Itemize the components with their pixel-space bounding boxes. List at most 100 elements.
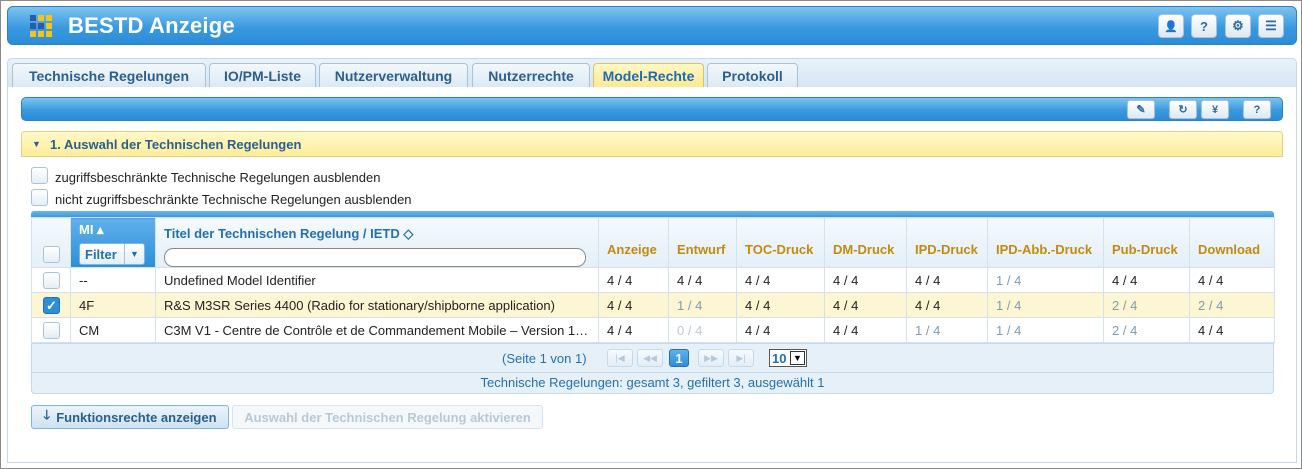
user-icon: 👤	[1164, 20, 1178, 33]
rights-cell: 4 / 4	[906, 292, 988, 318]
row-select-cell: ✓	[31, 292, 71, 318]
tab-technische-regelungen[interactable]: Technische Regelungen	[12, 63, 206, 88]
yen-button[interactable]: ¥	[1201, 100, 1229, 119]
rights-cell: 4 / 4	[598, 267, 669, 293]
rights-cell: 4 / 4	[906, 267, 988, 293]
arrow-down-icon: 🡓	[43, 407, 51, 422]
edit-button[interactable]: ✎	[1127, 100, 1155, 119]
chevron-down-icon: ▼	[124, 244, 144, 264]
row-select-cell	[31, 267, 71, 293]
rights-cell: 1 / 4	[906, 317, 988, 343]
activate-selection-button[interactable]: Auswahl der Technischen Regelung aktivie…	[232, 405, 543, 429]
rights-cell: 1 / 4	[668, 292, 737, 318]
tab-io-pm-liste[interactable]: IO/PM-Liste	[209, 63, 316, 88]
col-anzeige[interactable]: Anzeige	[598, 217, 669, 268]
help-button[interactable]: ?	[1191, 14, 1217, 38]
show-rights-button[interactable]: 🡓 Funktionsrechte anzeigen	[31, 405, 229, 429]
col-pub-druck[interactable]: Pub-Druck	[1103, 217, 1190, 268]
menu-icon: ☰	[1265, 18, 1277, 33]
rights-cell: 4 / 4	[1189, 317, 1275, 343]
hide-unrestricted-checkbox[interactable]	[31, 189, 48, 206]
mi-column-header[interactable]: MI ▴ Filter ▼	[70, 217, 156, 268]
edit-icon: ✎	[1136, 104, 1146, 116]
tab-protokoll[interactable]: Protokoll	[707, 63, 798, 88]
mi-cell: CM	[70, 317, 156, 343]
col-toc-druck[interactable]: TOC-Druck	[736, 217, 825, 268]
rights-cell: 4 / 4	[736, 292, 825, 318]
mi-header-label: MI ▴	[79, 222, 104, 237]
user-button[interactable]: 👤	[1158, 14, 1184, 38]
title-cell: C3M V1 - Centre de Contrôle et de Comman…	[155, 317, 599, 343]
menu-button[interactable]: ☰	[1258, 14, 1284, 38]
rights-cell: 4 / 4	[1103, 267, 1190, 293]
col-dm-druck[interactable]: DM-Druck	[824, 217, 907, 268]
settings-button[interactable]: ⚙	[1225, 14, 1251, 38]
regelungen-table: MI ▴ Filter ▼ Titel der Technischen Rege…	[31, 217, 1275, 343]
chevron-down-icon: ▼	[790, 351, 805, 365]
table-row[interactable]: -- Undefined Model Identifier 4 / 44 / 44 …	[31, 267, 1275, 293]
rights-cell: 1 / 4	[987, 317, 1104, 343]
table-row[interactable]: ✓ 4F R&S M3SR Series 4400 (Radio for stati…	[31, 292, 1275, 318]
rights-cell: 4 / 4	[736, 267, 825, 293]
section-title: 1. Auswahl der Technischen Regelungen	[50, 137, 302, 152]
last-page-button[interactable]: ▶|	[728, 349, 754, 367]
col-ipd-druck[interactable]: IPD-Druck	[906, 217, 988, 268]
app-logo-icon	[30, 15, 52, 37]
show-rights-label: Funktionsrechte anzeigen	[56, 409, 217, 425]
title-cell: Undefined Model Identifier	[155, 267, 599, 293]
row-select-cell	[31, 317, 71, 343]
help-icon: ?	[1200, 18, 1208, 34]
tab-nutzerverwaltung[interactable]: Nutzerverwaltung	[319, 63, 468, 88]
rights-cell: 2 / 4	[1103, 292, 1190, 318]
next-page-button[interactable]: ▶▶	[698, 349, 724, 367]
toolbar-help-button[interactable]: ?	[1243, 100, 1271, 119]
page-size-select[interactable]: 10 ▼	[769, 349, 807, 367]
select-all-checkbox[interactable]	[43, 246, 60, 263]
row-checkbox[interactable]	[43, 322, 60, 339]
title-column-header[interactable]: Titel der Technischen Regelung / IETD ◇	[155, 217, 599, 268]
table-row[interactable]: CM C3M V1 - Centre de Contrôle et de Comm…	[31, 317, 1275, 343]
first-page-button[interactable]: |◀	[607, 349, 633, 367]
select-all-cell	[31, 217, 71, 268]
row-checkbox[interactable]	[43, 272, 60, 289]
mi-filter-dropdown[interactable]: Filter ▼	[79, 243, 145, 265]
hide-restricted-checkbox[interactable]	[31, 167, 48, 184]
tab-nutzerrechte[interactable]: Nutzerrechte	[472, 63, 590, 88]
rights-cell: 4 / 4	[668, 267, 737, 293]
toolbar: ✎ ↻ ¥ ?	[21, 97, 1283, 121]
hide-unrestricted-label: nicht zugriffsbeschränkte Technische Reg…	[55, 192, 412, 207]
rights-cell: 4 / 4	[1189, 267, 1275, 293]
tab-bar: Technische Regelungen IO/PM-Liste Nutzer…	[7, 58, 1297, 88]
rights-cell: 2 / 4	[1103, 317, 1190, 343]
tab-model-rechte[interactable]: Model-Rechte	[593, 63, 704, 88]
col-ipd-abb-druck[interactable]: IPD-Abb.-Druck	[987, 217, 1104, 268]
gear-icon: ⚙	[1232, 18, 1244, 33]
rights-cell: 4 / 4	[598, 317, 669, 343]
pager-text: (Seite 1 von 1)	[502, 351, 587, 366]
app-title: BESTD Anzeige	[68, 13, 235, 38]
col-download[interactable]: Download	[1189, 217, 1275, 268]
filter-label: Filter	[85, 247, 117, 262]
rights-cell: 4 / 4	[736, 317, 825, 343]
table-summary: Technische Regelungen: gesamt 3, gefilte…	[31, 373, 1274, 394]
table-header-row: MI ▴ Filter ▼ Titel der Technischen Rege…	[31, 217, 1275, 268]
pager: (Seite 1 von 1) |◀ ◀◀ 1 ▶▶ ▶| 10 ▼	[31, 343, 1274, 373]
app-window: BESTD Anzeige 👤 ? ⚙ ☰ Technische Regelun…	[0, 0, 1302, 469]
rights-cell: 4 / 4	[824, 317, 907, 343]
col-entwurf[interactable]: Entwurf	[668, 217, 737, 268]
row-checkbox[interactable]: ✓	[43, 297, 60, 314]
prev-page-button[interactable]: ◀◀	[637, 349, 663, 367]
rights-cell: 4 / 4	[824, 292, 907, 318]
help-icon: ?	[1253, 103, 1261, 116]
refresh-button[interactable]: ↻	[1169, 100, 1197, 119]
refresh-icon: ↻	[1178, 104, 1188, 116]
hide-restricted-label: zugriffsbeschränkte Technische Regelunge…	[55, 170, 381, 185]
mi-cell: --	[70, 267, 156, 293]
rights-cell: 1 / 4	[987, 292, 1104, 318]
current-page-button[interactable]: 1	[669, 349, 689, 367]
rights-cell: 1 / 4	[987, 267, 1104, 293]
title-filter-input[interactable]	[164, 248, 586, 267]
page-size-value: 10	[772, 351, 787, 366]
section-header[interactable]: ▼ 1. Auswahl der Technischen Regelungen	[21, 131, 1283, 157]
title-cell: R&S M3SR Series 4400 (Radio for stationa…	[155, 292, 599, 318]
